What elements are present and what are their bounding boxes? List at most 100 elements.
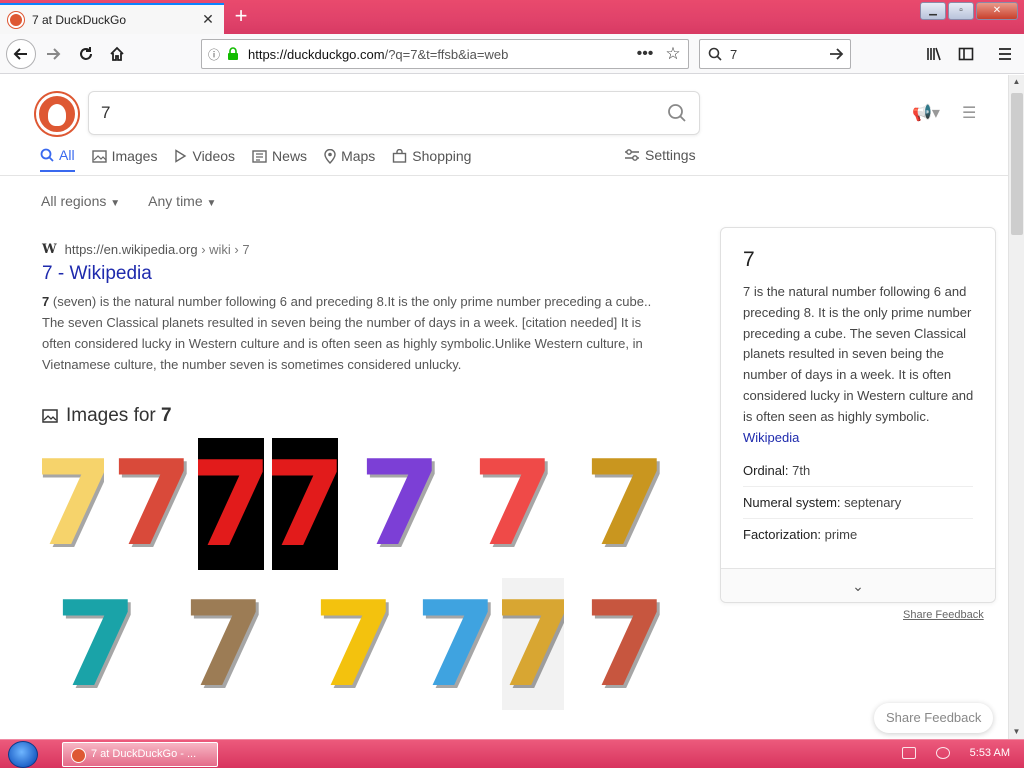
- url-text[interactable]: https://duckduckgo.com/?q=7&t=ffsb&ia=we…: [248, 47, 632, 62]
- shopping-bag-icon: [393, 149, 407, 163]
- close-window-button[interactable]: ✕: [976, 2, 1018, 20]
- search-bar-value: 7: [730, 46, 738, 62]
- image-result-thumbnail[interactable]: 7: [572, 578, 678, 710]
- image-result-thumbnail[interactable]: 7: [414, 578, 498, 710]
- wikipedia-favicon-icon: W: [42, 242, 57, 257]
- taskbar-firefox-item[interactable]: 7 at DuckDuckGo - ...: [62, 742, 218, 767]
- image-result-thumbnail[interactable]: 7: [346, 438, 454, 568]
- panel-fact-numeral-system: Numeral system: septenary: [743, 495, 973, 519]
- tab-maps[interactable]: Maps: [324, 147, 375, 172]
- images-section-heading[interactable]: Images for 7: [42, 405, 172, 427]
- tab-videos[interactable]: Videos: [174, 147, 235, 172]
- filter-bar: All regions ▼ Any time ▼: [41, 193, 216, 209]
- minimize-button[interactable]: ▁: [920, 2, 946, 20]
- panel-expand-button[interactable]: ⌄: [721, 568, 995, 602]
- tab-close-icon[interactable]: ✕: [200, 11, 216, 28]
- megaphone-icon[interactable]: 📢▾: [912, 103, 940, 123]
- lock-icon: [228, 47, 238, 60]
- clock[interactable]: 5:53 AM: [970, 747, 1010, 759]
- header-divider: [0, 175, 1008, 176]
- tab-news[interactable]: News: [252, 147, 307, 172]
- keyboard-icon[interactable]: [901, 747, 916, 759]
- tab-shopping[interactable]: Shopping: [392, 147, 471, 172]
- panel-fact-ordinal: Ordinal: 7th: [743, 463, 973, 487]
- page-actions-icon[interactable]: •••: [632, 45, 658, 63]
- sidebar-icon: [958, 47, 974, 61]
- dropdown-caret-icon: ▼: [206, 198, 217, 209]
- vertical-scrollbar[interactable]: ▲ ▼: [1008, 75, 1024, 739]
- wikipedia-source-link[interactable]: Wikipedia: [743, 430, 799, 445]
- page-content: 7 📢▾ ☰ All Images Videos News Maps Shopp…: [0, 75, 1008, 739]
- search-type-tabs: All Images Videos News Maps Shopping: [40, 147, 471, 172]
- image-result-thumbnail[interactable]: 7: [42, 438, 104, 568]
- share-feedback-link[interactable]: Share Feedback: [903, 609, 984, 621]
- search-icon: [40, 148, 54, 162]
- time-filter[interactable]: Any time ▼: [148, 193, 216, 209]
- reload-icon: [80, 47, 92, 60]
- image-icon: [91, 149, 107, 163]
- region-filter[interactable]: All regions ▼: [41, 193, 120, 209]
- tab-images[interactable]: Images: [91, 147, 157, 172]
- search-result: W https://en.wikipedia.org › wiki › 7 7 …: [42, 242, 664, 375]
- result-title[interactable]: 7 - Wikipedia: [42, 263, 664, 285]
- browser-tab[interactable]: 7 at DuckDuckGo ✕: [0, 3, 224, 34]
- sliders-icon: [625, 149, 639, 161]
- scroll-up-arrow-icon[interactable]: ▲: [1009, 75, 1024, 89]
- ddg-favicon-icon: [8, 11, 24, 28]
- system-tray: 5:53 AM: [901, 747, 1010, 759]
- page-info-icon[interactable]: ⓘ: [202, 46, 226, 63]
- image-result-thumbnail[interactable]: 7: [198, 438, 264, 570]
- image-result-thumbnail[interactable]: 7: [572, 438, 678, 568]
- duckduckgo-logo[interactable]: [36, 93, 78, 135]
- maximize-button[interactable]: ▫: [948, 2, 974, 20]
- panel-title: 7: [743, 248, 755, 271]
- tab-title: 7 at DuckDuckGo: [32, 12, 127, 27]
- forward-button[interactable]: [38, 39, 68, 69]
- sidebar-button[interactable]: [952, 39, 980, 69]
- image-result-thumbnail[interactable]: 7: [112, 438, 192, 568]
- new-tab-button[interactable]: +: [228, 5, 254, 29]
- image-icon: [42, 409, 58, 423]
- knowledge-panel: 7 7 is the natural number following 6 an…: [720, 227, 996, 603]
- home-button[interactable]: [102, 39, 132, 69]
- library-button[interactable]: [920, 39, 948, 69]
- play-icon: [175, 149, 187, 163]
- back-button[interactable]: [6, 39, 36, 69]
- reload-button[interactable]: [71, 39, 101, 69]
- back-arrow-icon: [13, 48, 27, 60]
- image-result-thumbnail[interactable]: 7: [158, 578, 290, 710]
- ddg-search-box[interactable]: 7: [88, 91, 700, 135]
- bookmark-star-icon[interactable]: ☆: [658, 44, 688, 64]
- settings-link[interactable]: Settings: [624, 147, 696, 163]
- menu-button[interactable]: [991, 39, 1019, 69]
- result-url[interactable]: W https://en.wikipedia.org › wiki › 7: [42, 242, 664, 257]
- image-result-thumbnail[interactable]: 7: [502, 578, 564, 710]
- image-result-thumbnail[interactable]: 7: [42, 578, 150, 710]
- start-button[interactable]: [8, 741, 38, 768]
- browser-search-bar[interactable]: 7: [699, 39, 851, 69]
- search-icon: [708, 47, 722, 61]
- network-icon[interactable]: [935, 747, 950, 759]
- image-result-thumbnail[interactable]: 7: [272, 438, 338, 570]
- ddg-menu-icon[interactable]: ☰: [962, 103, 976, 123]
- newspaper-icon: [252, 149, 267, 163]
- url-bar[interactable]: ⓘ https://duckduckgo.com/?q=7&t=ffsb&ia=…: [201, 39, 689, 69]
- library-icon: [927, 47, 941, 61]
- chevron-down-icon: ⌄: [852, 578, 864, 594]
- panel-description: 7 is the natural number following 6 and …: [743, 284, 974, 445]
- tab-all[interactable]: All: [40, 147, 75, 172]
- map-pin-icon: [324, 148, 336, 164]
- ddg-search-query[interactable]: 7: [101, 103, 667, 123]
- windows-taskbar: 7 at DuckDuckGo - ... 5:53 AM: [0, 739, 1024, 768]
- floating-share-feedback-button[interactable]: Share Feedback: [874, 703, 994, 733]
- panel-fact-factorization: Factorization: prime: [743, 527, 858, 542]
- magnifier-icon[interactable]: [667, 103, 687, 123]
- navigation-toolbar: ⓘ https://duckduckgo.com/?q=7&t=ffsb&ia=…: [0, 34, 1024, 74]
- go-arrow-icon[interactable]: [828, 46, 844, 62]
- scroll-down-arrow-icon[interactable]: ▼: [1009, 725, 1024, 739]
- dropdown-caret-icon: ▼: [110, 198, 121, 209]
- image-result-thumbnail[interactable]: 7: [460, 438, 566, 568]
- image-result-thumbnail[interactable]: 7: [298, 578, 410, 710]
- scrollbar-thumb[interactable]: [1011, 93, 1023, 235]
- hamburger-menu-icon: [999, 48, 1011, 60]
